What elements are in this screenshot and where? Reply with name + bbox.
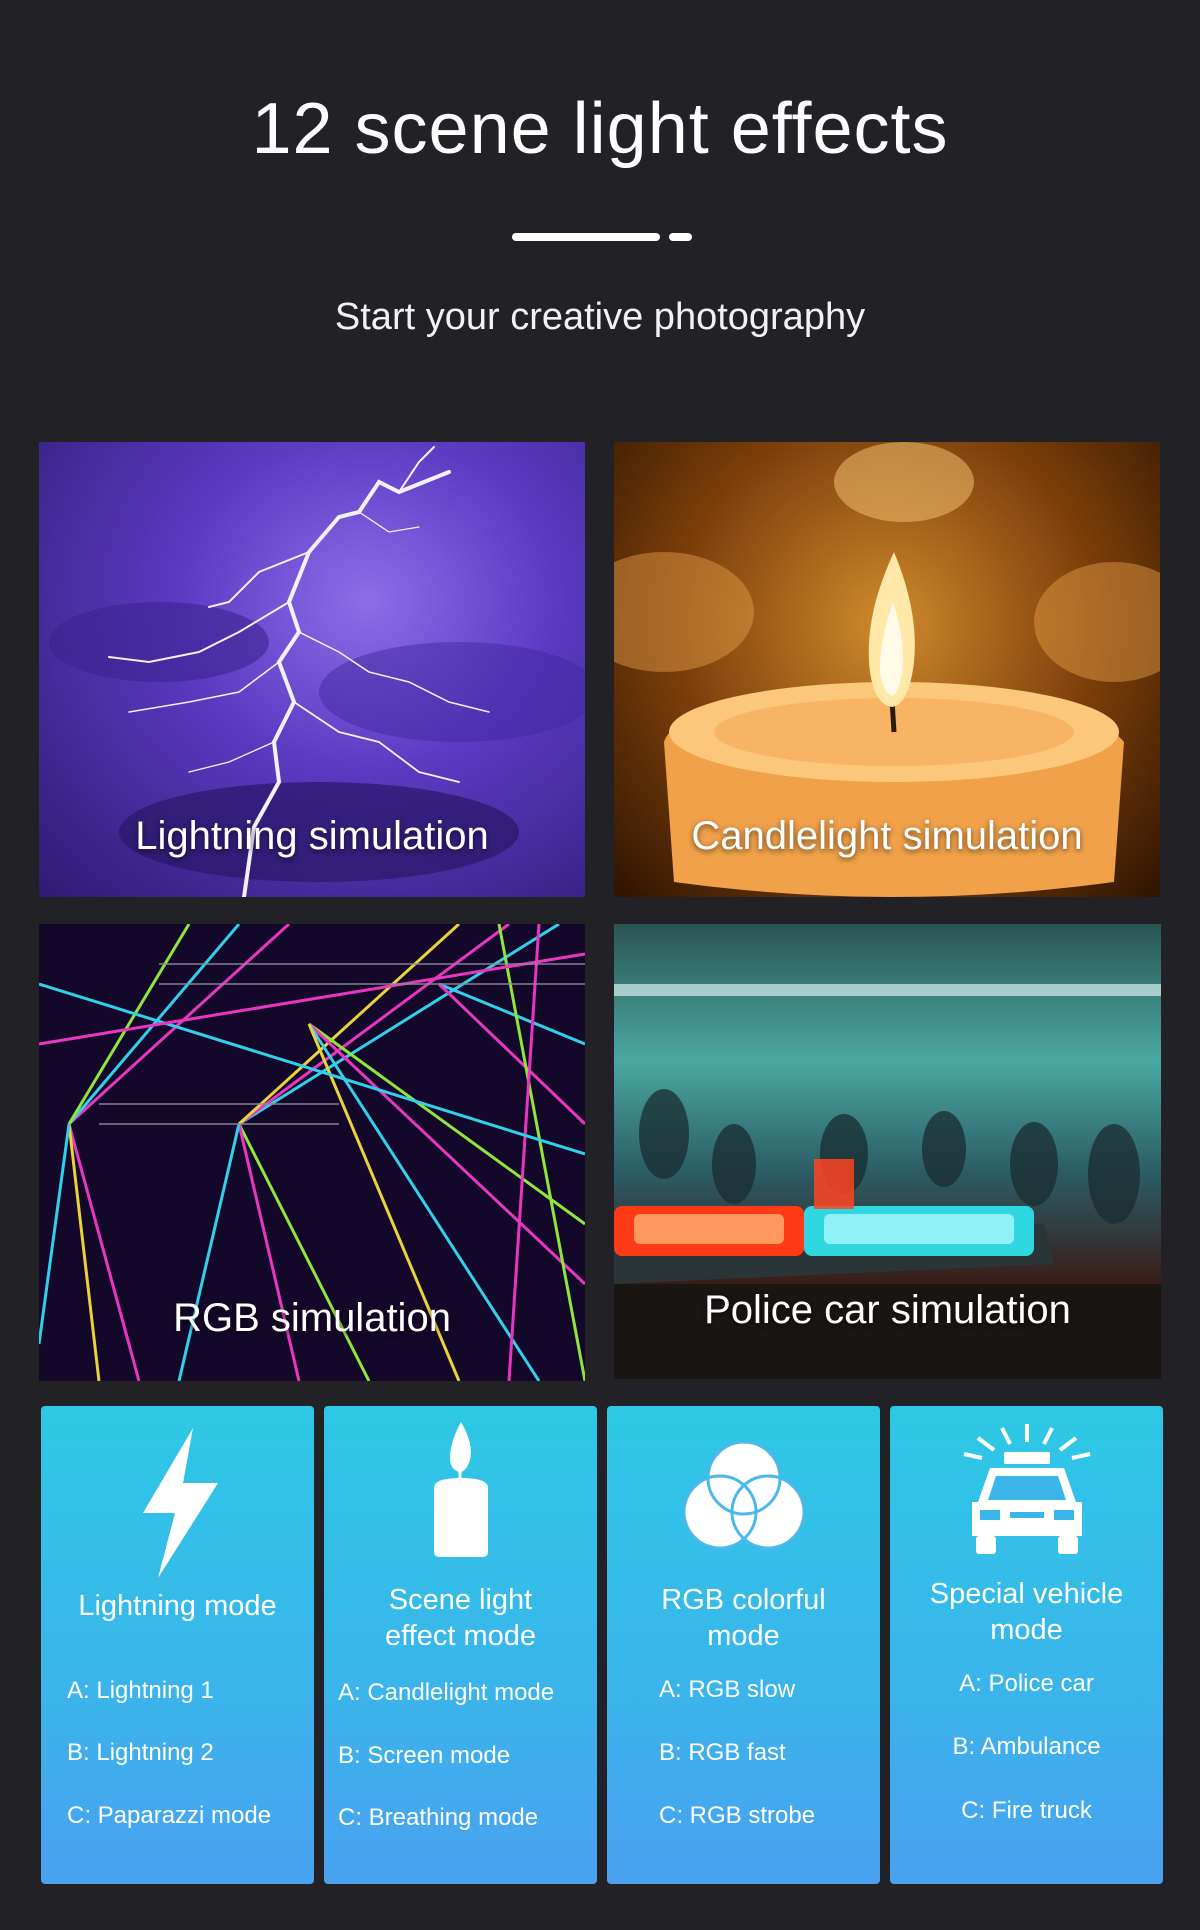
lightning-simulation-image: Lightning simulation xyxy=(39,442,585,897)
divider-short-bar xyxy=(669,233,692,241)
rgb-circles-icon xyxy=(607,1440,880,1555)
tile-caption: Lightning simulation xyxy=(135,814,489,858)
police-car-icon xyxy=(890,1424,1163,1561)
mode-option: C: Paparazzi mode xyxy=(67,1802,272,1829)
mode-title-line1: RGB colorful xyxy=(661,1584,826,1616)
mode-option: B: Lightning 2 xyxy=(67,1739,214,1766)
mode-option: B: Ambulance xyxy=(952,1733,1101,1760)
page-title: 12 scene light effects xyxy=(251,89,949,169)
rgb-simulation-image: RGB simulation xyxy=(39,924,585,1381)
mode-card-special-vehicle: Special vehicle mode A: Police car B: Am… xyxy=(890,1406,1163,1884)
mode-option: B: Screen mode xyxy=(338,1742,511,1769)
candlelight-simulation-image: Candlelight simulation xyxy=(614,442,1160,897)
mode-option: A: Lightning 1 xyxy=(67,1677,214,1704)
mode-title-line1: Scene light xyxy=(388,1584,533,1616)
police-car-simulation-image: Police car simulation xyxy=(614,924,1161,1379)
candle-icon xyxy=(324,1422,597,1562)
tile-caption: RGB simulation xyxy=(173,1296,451,1340)
tile-caption: Police car simulation xyxy=(704,1288,1071,1332)
mode-option: A: Police car xyxy=(959,1670,1094,1697)
mode-card-lightning: Lightning mode A: Lightning 1 B: Lightni… xyxy=(41,1406,314,1884)
header: 12 scene light effects Start your creati… xyxy=(0,0,1200,420)
mode-option: C: Fire truck xyxy=(961,1797,1092,1824)
mode-title: Lightning mode xyxy=(78,1590,277,1622)
title-divider xyxy=(512,233,692,241)
divider-long-bar xyxy=(512,233,660,241)
mode-title-line2: mode xyxy=(707,1620,780,1652)
tile-caption: Candlelight simulation xyxy=(691,814,1083,858)
mode-title-line1: Special vehicle xyxy=(929,1578,1124,1610)
lightning-icon xyxy=(41,1428,314,1583)
mode-option: A: Candlelight mode xyxy=(338,1679,555,1706)
page-subtitle: Start your creative photography xyxy=(334,296,866,338)
mode-card-scene-light: Scene light effect mode A: Candlelight m… xyxy=(324,1406,597,1884)
mode-title-line2: mode xyxy=(990,1614,1063,1646)
mode-option: A: RGB slow xyxy=(659,1676,796,1703)
mode-option: C: RGB strobe xyxy=(659,1802,816,1829)
mode-card-rgb: RGB colorful mode A: RGB slow B: RGB fas… xyxy=(607,1406,880,1884)
mode-title-line2: effect mode xyxy=(384,1620,536,1652)
mode-option: B: RGB fast xyxy=(659,1739,786,1766)
mode-option: C: Breathing mode xyxy=(338,1804,539,1831)
